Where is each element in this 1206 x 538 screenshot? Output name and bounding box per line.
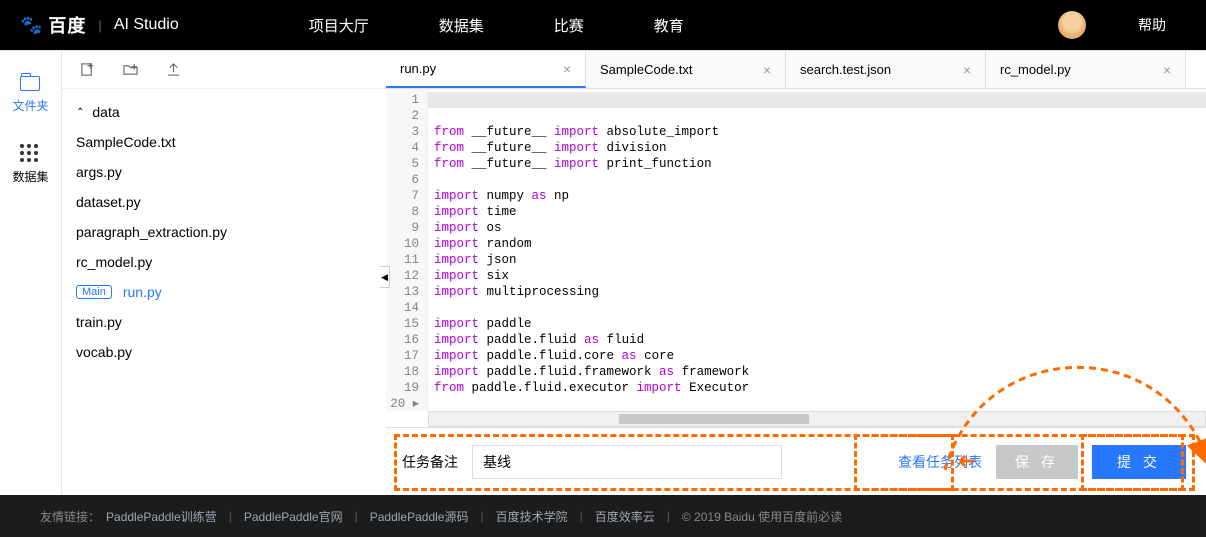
- view-tasks-link[interactable]: 查看任务列表: [898, 452, 982, 472]
- chevron-down-icon: ⌃: [76, 107, 84, 118]
- file-toolbar: [62, 51, 386, 89]
- upload-icon[interactable]: [166, 62, 181, 77]
- footer-link[interactable]: PaddlePaddle训练营: [106, 508, 217, 525]
- editor-panel: ◀ run.py× SampleCode.txt× search.test.js…: [386, 51, 1206, 495]
- footer-link[interactable]: 百度技术学院: [496, 508, 568, 525]
- code-body[interactable]: from __future__ import absolute_import f…: [428, 89, 1206, 411]
- close-icon[interactable]: ×: [763, 62, 771, 78]
- rail-dataset[interactable]: 数据集: [12, 144, 48, 185]
- footer-label: 友情链接：: [40, 508, 100, 525]
- help-link[interactable]: 帮助: [1138, 15, 1166, 35]
- action-bar: 任务备注 查看任务列表 保 存 提 交: [386, 427, 1206, 495]
- footer-link[interactable]: PaddlePaddle官网: [244, 508, 343, 525]
- task-note-input[interactable]: [472, 445, 782, 479]
- tab-search[interactable]: search.test.json×: [786, 51, 986, 88]
- footer-link[interactable]: PaddlePaddle源码: [370, 508, 469, 525]
- close-icon[interactable]: ×: [963, 62, 971, 78]
- file-explorer: ⌃data SampleCode.txt args.py dataset.py …: [62, 51, 386, 495]
- file-item[interactable]: train.py: [62, 307, 386, 337]
- submit-button[interactable]: 提 交: [1092, 445, 1186, 479]
- baidu-paw-icon: 🐾: [20, 15, 42, 36]
- footer: 友情链接： PaddlePaddle训练营| PaddlePaddle官网| P…: [0, 495, 1206, 537]
- top-nav: 项目大厅 数据集 比赛 教育: [309, 15, 684, 36]
- tab-rcmodel[interactable]: rc_model.py×: [986, 51, 1186, 88]
- logo[interactable]: 🐾 百度 | AI Studio: [20, 12, 179, 38]
- user-avatar[interactable]: [1058, 11, 1086, 39]
- tab-run[interactable]: run.py×: [386, 51, 586, 88]
- main-area: 文件夹 数据集 ⌃data SampleCode.txt args.py dat…: [0, 50, 1206, 495]
- scrollbar-thumb[interactable]: [619, 414, 809, 424]
- rail-files[interactable]: 文件夹: [12, 76, 48, 114]
- file-item[interactable]: dataset.py: [62, 187, 386, 217]
- editor-tabs: run.py× SampleCode.txt× search.test.json…: [386, 51, 1206, 89]
- close-icon[interactable]: ×: [1163, 62, 1171, 78]
- file-item[interactable]: rc_model.py: [62, 247, 386, 277]
- logo-separator: |: [98, 18, 101, 33]
- footer-copyright: © 2019 Baidu 使用百度前必读: [682, 508, 842, 525]
- nav-projects[interactable]: 项目大厅: [309, 15, 369, 36]
- file-item[interactable]: vocab.py: [62, 337, 386, 367]
- file-list: ⌃data SampleCode.txt args.py dataset.py …: [62, 89, 386, 375]
- file-item[interactable]: paragraph_extraction.py: [62, 217, 386, 247]
- rail-files-label: 文件夹: [12, 97, 48, 114]
- line-gutter: 1234567891011121314151617181920 ▸2122232…: [386, 89, 428, 411]
- nav-competition[interactable]: 比赛: [554, 15, 584, 36]
- file-item[interactable]: args.py: [62, 157, 386, 187]
- grid-dots-icon: [20, 144, 40, 162]
- left-rail: 文件夹 数据集: [0, 51, 62, 495]
- rail-dataset-label: 数据集: [12, 168, 48, 185]
- tab-sample[interactable]: SampleCode.txt×: [586, 51, 786, 88]
- logo-sub-text: AI Studio: [114, 16, 179, 34]
- task-note-label: 任务备注: [402, 452, 458, 472]
- new-folder-icon[interactable]: [123, 62, 138, 77]
- footer-link[interactable]: 百度效率云: [595, 508, 655, 525]
- new-file-icon[interactable]: [80, 62, 95, 77]
- logo-main-text: 百度: [48, 12, 86, 38]
- file-item[interactable]: SampleCode.txt: [62, 127, 386, 157]
- save-button[interactable]: 保 存: [996, 445, 1078, 479]
- top-header: 🐾 百度 | AI Studio 项目大厅 数据集 比赛 教育 帮助: [0, 0, 1206, 50]
- horizontal-scrollbar[interactable]: [428, 411, 1206, 427]
- main-badge: Main: [76, 285, 112, 299]
- close-icon[interactable]: ×: [563, 61, 571, 77]
- collapse-sidebar-handle[interactable]: ◀: [380, 266, 390, 288]
- nav-datasets[interactable]: 数据集: [439, 15, 484, 36]
- folder-data[interactable]: ⌃data: [62, 97, 386, 127]
- file-item-main[interactable]: Mainrun.py: [62, 277, 386, 307]
- code-editor[interactable]: 1234567891011121314151617181920 ▸2122232…: [386, 89, 1206, 411]
- folder-icon: [20, 76, 40, 91]
- nav-education[interactable]: 教育: [654, 15, 684, 36]
